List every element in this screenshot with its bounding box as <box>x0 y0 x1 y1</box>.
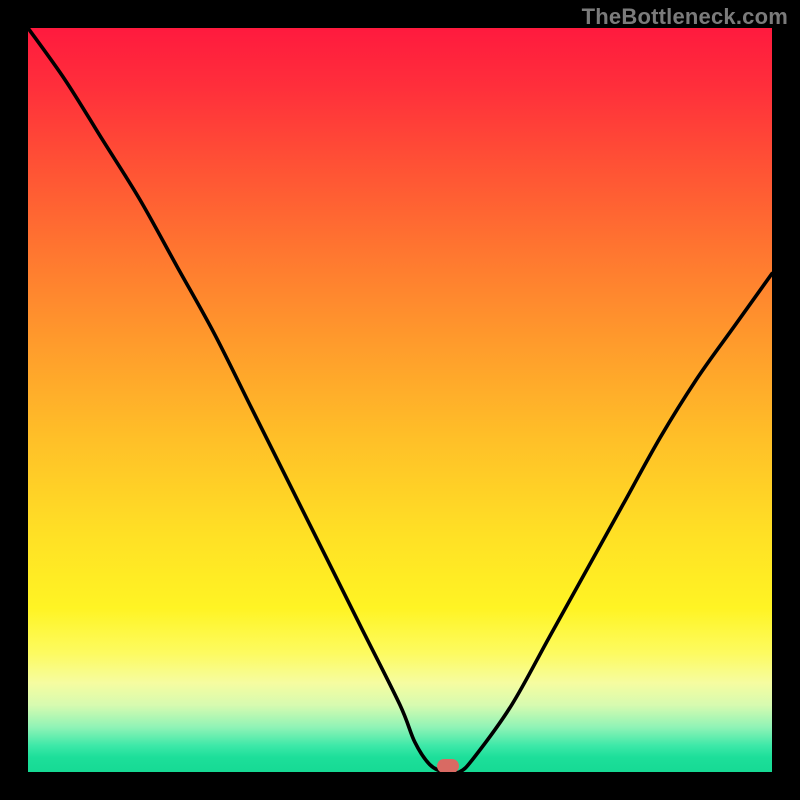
optimal-marker <box>437 759 459 772</box>
plot-area <box>28 28 772 772</box>
attribution-text: TheBottleneck.com <box>582 4 788 30</box>
bottleneck-curve <box>28 28 772 772</box>
chart-frame: TheBottleneck.com <box>0 0 800 800</box>
